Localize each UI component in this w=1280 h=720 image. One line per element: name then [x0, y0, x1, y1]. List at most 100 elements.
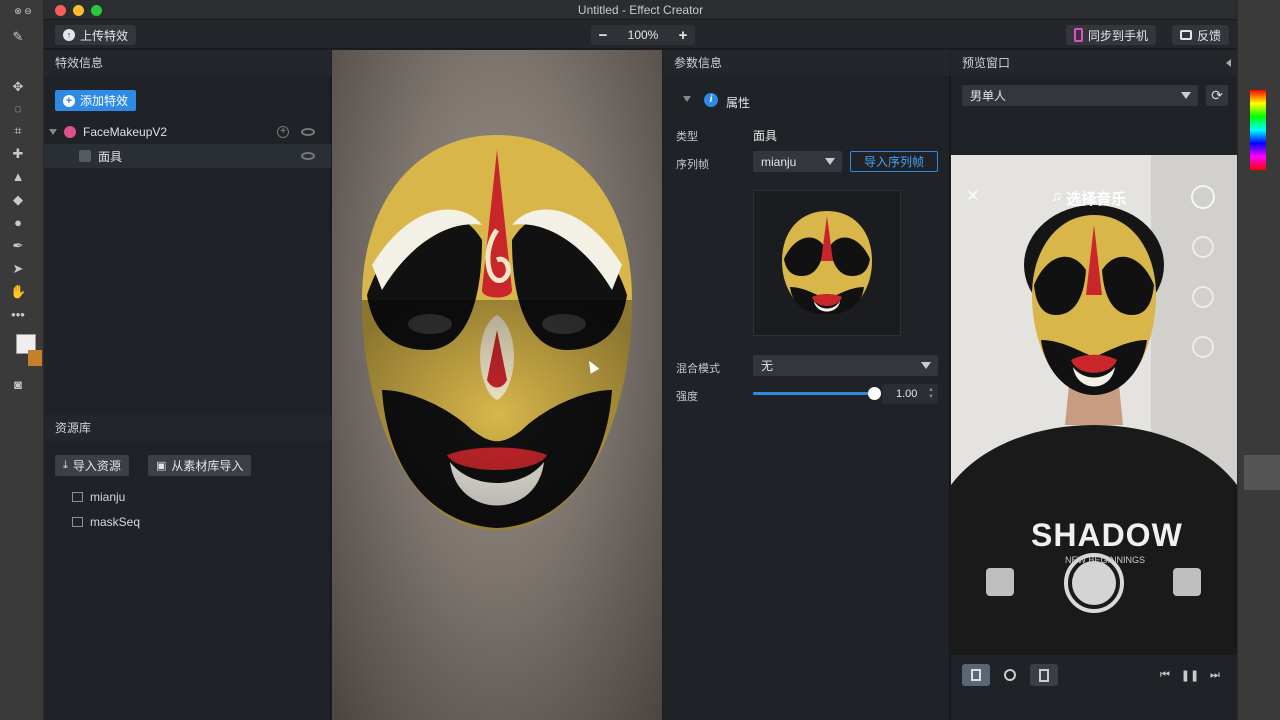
upload-label: 上传特效 [80, 28, 129, 43]
tree-item-facemakeup[interactable]: FaceMakeupV2 + [44, 120, 331, 144]
editor-canvas[interactable] [332, 50, 662, 720]
quickmask-icon[interactable]: ◙ [10, 378, 26, 392]
eraser-icon[interactable]: ◆ [10, 193, 26, 207]
add-effect-label: 添加特效 [80, 94, 129, 108]
drop-icon[interactable]: ● [10, 216, 26, 230]
chevron-down-icon [921, 362, 931, 369]
add-effect-button[interactable]: + 添加特效 [55, 90, 137, 111]
strength-slider[interactable] [753, 387, 881, 400]
phone-preview[interactable]: × ♫ 选择音乐 SHADOW NEW BEGINNINGS [951, 155, 1237, 655]
skip-forward-icon: ⏭ [1210, 668, 1220, 681]
strength-value: 1.00 [896, 388, 918, 400]
face-makeup-icon [64, 126, 76, 138]
sequence-select[interactable]: mianju [753, 151, 842, 172]
tree-item-label: 面具 [98, 149, 123, 164]
healing-icon[interactable]: ✚ [10, 147, 26, 161]
blend-mode-select[interactable]: 无 [753, 355, 938, 376]
tree-item-label: FaceMakeupV2 [83, 125, 168, 139]
brush-icon[interactable]: ✎ [10, 30, 26, 44]
phone-icon [1074, 28, 1083, 42]
select-arrow-icon[interactable]: ➤ [10, 262, 26, 276]
resource-item[interactable]: maskSeq [72, 512, 140, 532]
blend-mode-label: 混合模式 [676, 363, 720, 375]
pause-button[interactable]: ❚❚ [1176, 664, 1204, 686]
strength-input[interactable]: 1.00 ▲ ▼ [882, 384, 938, 404]
strength-slider-handle[interactable] [868, 387, 881, 400]
move-icon[interactable]: ✥ [10, 80, 26, 94]
portrait-icon [971, 669, 981, 681]
stepper-icon[interactable]: ▲ ▼ [928, 387, 934, 401]
collapse-arrow-icon[interactable] [49, 129, 57, 135]
color-spectrum[interactable] [1250, 90, 1266, 170]
strength-label: 强度 [676, 391, 698, 403]
preview-model-select[interactable]: 男单人 [962, 85, 1198, 106]
more-icon[interactable]: ••• [10, 308, 26, 322]
tree-item-mask[interactable]: 面具 [44, 144, 331, 168]
opera-mask-image [362, 135, 632, 530]
video-file-button[interactable] [1030, 664, 1058, 686]
close-icon[interactable]: × [967, 185, 979, 208]
title-bar: Untitled - Effect Creator [44, 0, 1237, 20]
resource-label: mianju [90, 490, 126, 504]
skip-back-icon: ⏮ [1160, 668, 1170, 681]
camera-mode-button[interactable] [996, 664, 1024, 686]
resource-item[interactable]: mianju [72, 487, 125, 507]
zoom-in-button[interactable]: + [671, 25, 695, 45]
hand-icon[interactable]: ✋ [10, 285, 26, 299]
add-child-icon[interactable]: + [277, 126, 289, 138]
folder-icon: ▣ [156, 460, 167, 472]
zoom-control: − 100% + [591, 25, 695, 45]
next-frame-button[interactable]: ⏭ [1201, 664, 1229, 686]
effect-info-panel: 特效信息 + 添加特效 FaceMakeupV2 + 面具 资源库 ⤓ 导入资源… [44, 50, 331, 720]
type-label: 类型 [676, 131, 698, 143]
pen-icon[interactable]: ✒ [10, 239, 26, 253]
sync-to-phone-button[interactable]: 同步到手机 [1066, 25, 1157, 45]
zoom-out-button[interactable]: − [591, 25, 615, 45]
sequence-icon [72, 492, 83, 502]
mask-thumbnail-image [782, 211, 872, 315]
chevron-down-icon [825, 158, 835, 165]
import-resource-button[interactable]: ⤓ 导入资源 [55, 455, 129, 476]
section-collapse-icon[interactable] [683, 96, 691, 102]
sequence-thumbnail [753, 190, 901, 336]
lasso-icon[interactable]: ◌ [10, 102, 26, 116]
feedback-icon [1180, 30, 1192, 40]
collapse-panel-icon[interactable] [1226, 59, 1231, 67]
visibility-eye-icon[interactable] [301, 152, 315, 160]
sequence-label: 序列帧 [676, 159, 709, 171]
stamp-icon[interactable]: ▲ [10, 170, 26, 184]
background-color-swatch[interactable] [28, 350, 42, 366]
import-from-library-button[interactable]: ▣ 从素材库导入 [148, 455, 252, 476]
blend-mode-value: 无 [761, 359, 774, 373]
plus-icon: + [63, 94, 75, 107]
effect-info-header: 特效信息 [44, 50, 331, 76]
resource-library-header: 资源库 [44, 415, 331, 441]
feedback-button[interactable]: 反馈 [1172, 25, 1230, 45]
pause-icon: ❚❚ [1180, 669, 1200, 682]
import-sequence-button[interactable]: 导入序列帧 [850, 151, 938, 172]
portrait-mode-button[interactable] [962, 664, 990, 686]
preview-controls: ⏮ ❚❚ ⏭ [951, 655, 1237, 695]
visibility-eye-icon[interactable] [301, 128, 315, 136]
sync-label: 同步到手机 [1088, 28, 1149, 43]
window-controls-icon[interactable]: ⊗ ⊖ [6, 4, 40, 18]
crop-icon[interactable]: ⌗ [10, 124, 26, 138]
upload-effect-button[interactable]: ↑ 上传特效 [55, 25, 137, 45]
zoom-value[interactable]: 100% [615, 28, 671, 42]
preview-header: 预览窗口 [951, 50, 1237, 76]
import-library-label: 从素材库导入 [171, 459, 244, 473]
webcam-icon [1004, 669, 1016, 681]
import-resource-label: 导入资源 [72, 459, 121, 473]
strength-slider-fill [753, 392, 874, 395]
select-music-button[interactable]: ♫ 选择音乐 [1051, 188, 1126, 209]
shirt-print-text: SHADOW [1031, 517, 1183, 553]
resource-label: maskSeq [90, 515, 141, 529]
previous-frame-button[interactable]: ⏮ [1151, 664, 1179, 686]
layer-thumb [1244, 455, 1280, 490]
host-app-toolbar: ⊗ ⊖ ✎ ✥ ◌ ⌗ ✚ ▲ ◆ ● ✒ ➤ ✋ ••• ◙ [0, 0, 44, 720]
music-note-icon: ♫ [1051, 188, 1063, 205]
window-title: Untitled - Effect Creator [577, 3, 704, 17]
preview-model-value: 男单人 [970, 89, 1007, 103]
refresh-icon[interactable]: ⟳ [1206, 85, 1228, 106]
preview-video-frame [951, 155, 1237, 655]
